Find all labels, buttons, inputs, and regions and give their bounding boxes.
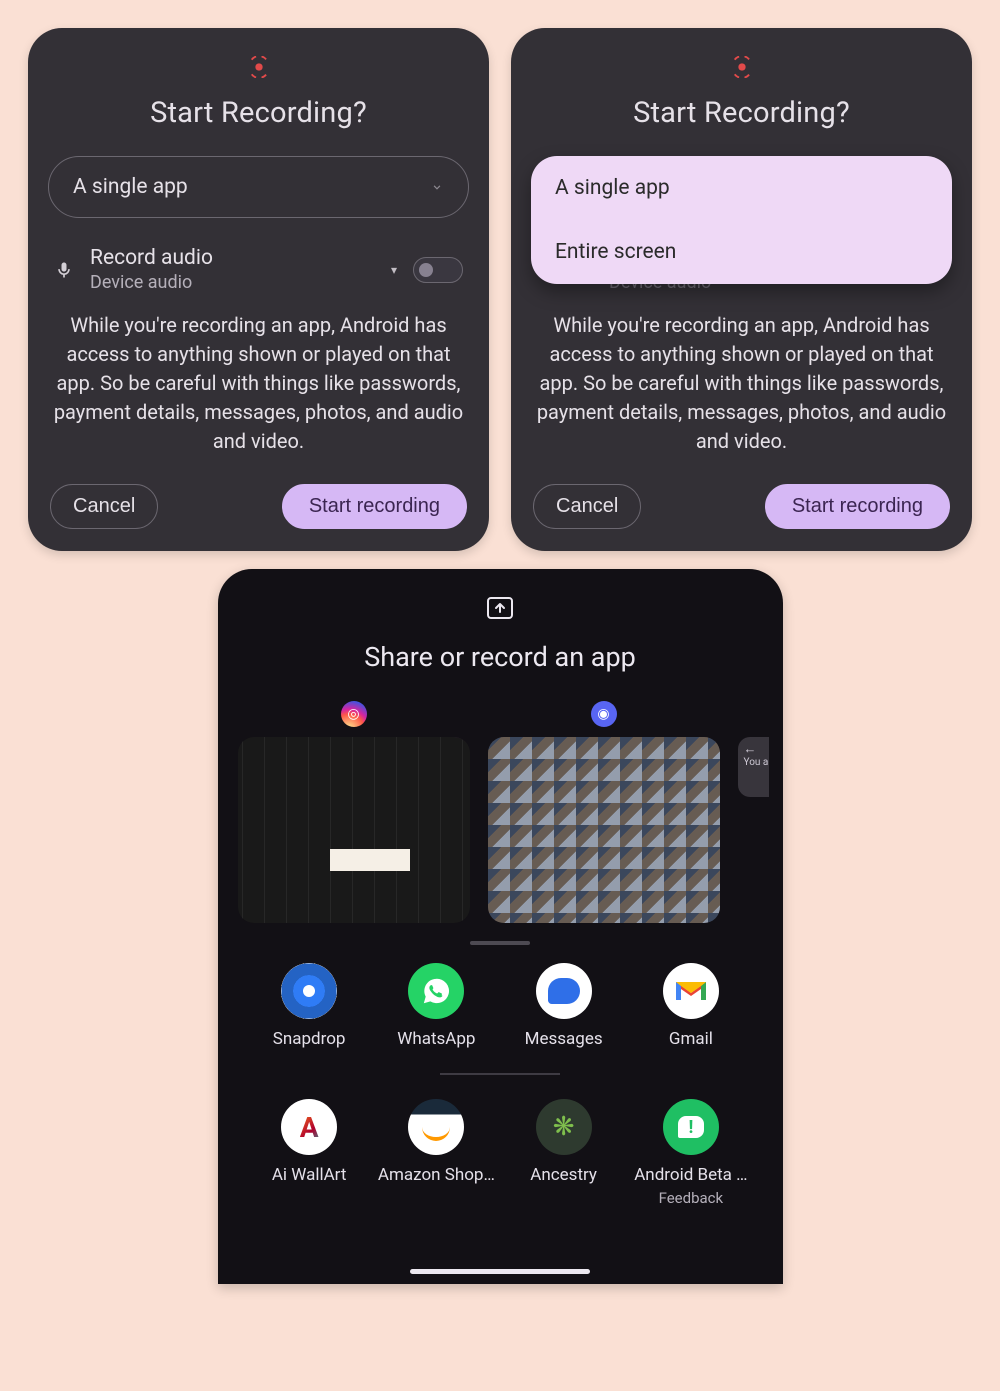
dialog-title: Start Recording? bbox=[48, 96, 469, 130]
mode-option-entire-screen[interactable]: Entire screen bbox=[531, 220, 952, 284]
record-audio-switch[interactable] bbox=[413, 257, 463, 283]
recent-app-instagram[interactable]: ◎ bbox=[238, 701, 470, 923]
record-audio-label: Record audio bbox=[90, 246, 375, 270]
microphone-icon bbox=[54, 260, 74, 280]
recent-apps-row[interactable]: ◎ ◉ ←You and bbox=[232, 701, 769, 923]
gmail-icon bbox=[663, 963, 719, 1019]
mode-dropdown: A single app Entire screen bbox=[531, 156, 952, 284]
record-audio-sublabel: Device audio bbox=[90, 272, 375, 293]
app-label: WhatsApp bbox=[397, 1029, 475, 1049]
app-label: Android Beta … bbox=[634, 1165, 747, 1185]
app-label: Gmail bbox=[669, 1029, 713, 1049]
snapdrop-icon bbox=[281, 963, 337, 1019]
chevron-down-icon bbox=[430, 180, 444, 194]
android-beta-icon bbox=[663, 1099, 719, 1155]
recent-app-discord[interactable]: ◉ bbox=[488, 701, 720, 923]
record-icon bbox=[731, 56, 753, 78]
app-ancestry[interactable]: Ancestry bbox=[500, 1099, 627, 1207]
record-dialog-closed: Start Recording? A single app Record aud… bbox=[28, 28, 489, 551]
recent-app-thumbnail bbox=[488, 737, 720, 923]
app-sublabel: Feedback bbox=[659, 1189, 724, 1207]
whatsapp-icon bbox=[408, 963, 464, 1019]
cancel-button[interactable]: Cancel bbox=[50, 484, 158, 529]
share-target-gmail[interactable]: Gmail bbox=[627, 963, 754, 1049]
discord-icon: ◉ bbox=[591, 701, 617, 727]
sheet-title: Share or record an app bbox=[232, 641, 769, 673]
amazon-icon bbox=[408, 1099, 464, 1155]
mode-select-value: A single app bbox=[73, 175, 188, 199]
all-apps-grid: Ai WallArt Amazon Shop… Ancestry Android… bbox=[232, 1093, 769, 1207]
recent-app-thumbnail bbox=[238, 737, 470, 923]
share-target-snapdrop[interactable]: Snapdrop bbox=[246, 963, 373, 1049]
ai-wallart-icon bbox=[281, 1099, 337, 1155]
dropdown-triangle-icon[interactable]: ▾ bbox=[391, 263, 397, 277]
start-recording-button[interactable]: Start recording bbox=[282, 484, 467, 529]
share-apps-grid: Snapdrop WhatsApp Messages Gmail bbox=[232, 957, 769, 1049]
privacy-warning: While you're recording an app, Android h… bbox=[531, 311, 952, 456]
app-label: Snapdrop bbox=[273, 1029, 346, 1049]
privacy-warning: While you're recording an app, Android h… bbox=[48, 311, 469, 456]
app-label: Amazon Shop… bbox=[378, 1165, 495, 1185]
app-android-beta[interactable]: Android Beta … Feedback bbox=[627, 1099, 754, 1207]
app-label: Ai WallArt bbox=[272, 1165, 347, 1185]
record-icon bbox=[248, 56, 270, 78]
recent-app-partial[interactable]: ←You and bbox=[738, 701, 769, 923]
recent-app-thumbnail: ←You and bbox=[738, 737, 769, 797]
share-record-sheet: Share or record an app ◎ ◉ ←You and Snap bbox=[218, 569, 783, 1284]
instagram-icon: ◎ bbox=[341, 701, 367, 727]
ancestry-icon bbox=[536, 1099, 592, 1155]
app-label: Messages bbox=[525, 1029, 603, 1049]
app-amazon[interactable]: Amazon Shop… bbox=[373, 1099, 500, 1207]
app-ai-wallart[interactable]: Ai WallArt bbox=[246, 1099, 373, 1207]
app-label: Ancestry bbox=[530, 1165, 597, 1185]
mode-select[interactable]: A single app bbox=[48, 156, 469, 218]
drag-handle[interactable] bbox=[470, 941, 530, 945]
separator bbox=[440, 1073, 560, 1075]
mode-option-single-app[interactable]: A single app bbox=[531, 156, 952, 220]
start-recording-button[interactable]: Start recording bbox=[765, 484, 950, 529]
record-audio-row[interactable]: Record audio Device audio ▾ bbox=[48, 246, 469, 311]
messages-icon bbox=[536, 963, 592, 1019]
cast-icon bbox=[232, 597, 769, 619]
record-dialog-dropdown-open: Start Recording? A single app Record aud… bbox=[511, 28, 972, 551]
cancel-button[interactable]: Cancel bbox=[533, 484, 641, 529]
share-target-whatsapp[interactable]: WhatsApp bbox=[373, 963, 500, 1049]
share-target-messages[interactable]: Messages bbox=[500, 963, 627, 1049]
dialog-title: Start Recording? bbox=[531, 96, 952, 130]
